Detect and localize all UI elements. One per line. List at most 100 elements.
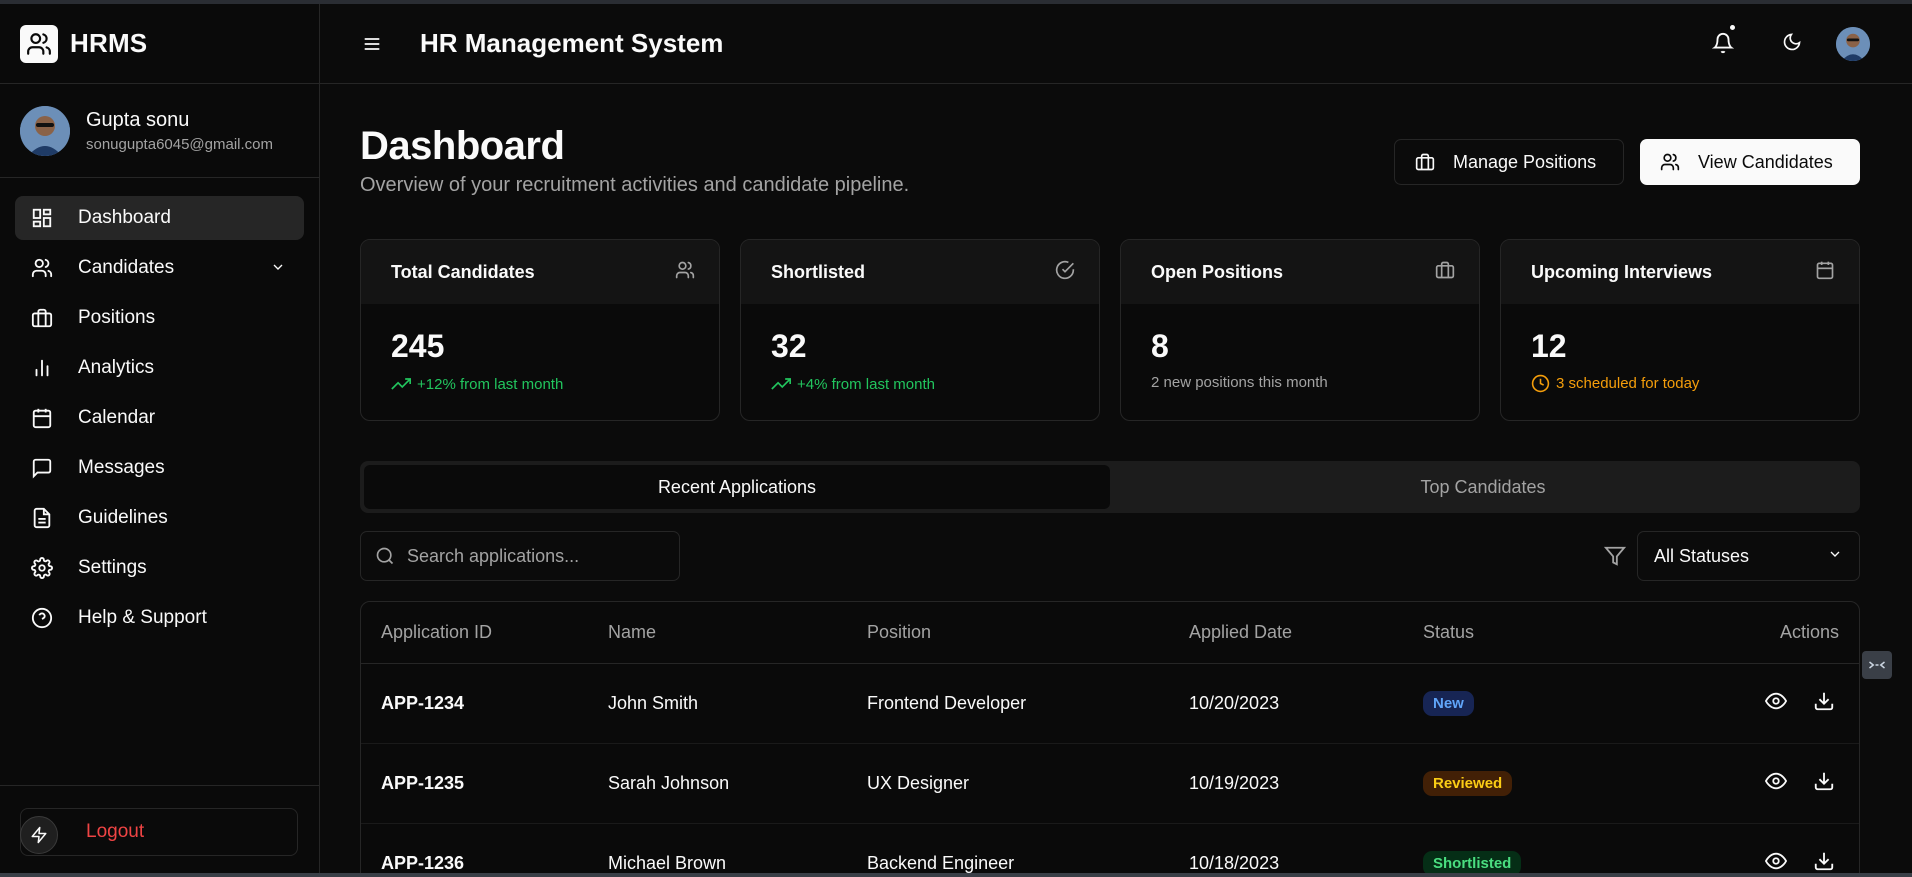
sidebar-item-help[interactable]: Help & Support: [15, 596, 304, 640]
column-header: Position: [867, 602, 1189, 664]
stat-card-shortlisted: Shortlisted 32 +4% from last month: [740, 239, 1100, 421]
stat-title: Total Candidates: [391, 261, 535, 282]
search-box: [360, 531, 680, 581]
stat-title: Shortlisted: [771, 261, 866, 282]
brand-name: HRMS: [70, 28, 148, 58]
briefcase-icon: [1435, 260, 1455, 285]
avatar: [20, 105, 70, 156]
candidate-name: John Smith: [608, 663, 867, 744]
dashboard-icon: [30, 206, 54, 230]
calendar-icon: [30, 406, 54, 430]
collapse-toggle-icon[interactable]: [1862, 651, 1892, 679]
application-id: APP-1236: [361, 823, 608, 877]
stat-value: 12: [1531, 328, 1567, 364]
sidebar-item-label: Candidates: [78, 257, 175, 278]
bar-chart-icon: [30, 356, 54, 380]
user-profile[interactable]: Gupta sonu sonugupta6045@gmail.com: [0, 84, 319, 178]
column-header: Name: [608, 602, 867, 664]
trending-up-icon: [391, 374, 411, 394]
tab-recent-applications[interactable]: Recent Applications: [364, 465, 1110, 509]
manage-positions-label: Manage Positions: [1453, 151, 1597, 172]
lightning-icon[interactable]: [20, 816, 58, 854]
eye-icon[interactable]: [1764, 690, 1788, 717]
sidebar-nav: Dashboard Candidates Positions Analytics: [0, 178, 319, 640]
top-header: HR Management System: [320, 4, 1912, 84]
table-row[interactable]: APP-1235 Sarah Johnson UX Designer 10/19…: [361, 743, 1859, 824]
app-title: HR Management System: [420, 28, 724, 58]
search-icon: [375, 546, 395, 566]
stat-note: 2 new positions this month: [1151, 374, 1328, 391]
status-select-value: All Statuses: [1654, 545, 1750, 566]
column-header: Status: [1423, 602, 1623, 664]
moon-icon[interactable]: [1782, 32, 1802, 57]
sidebar-item-candidates[interactable]: Candidates: [15, 246, 304, 290]
menu-icon[interactable]: [362, 34, 382, 59]
candidate-name: Michael Brown: [608, 823, 867, 877]
stat-title: Open Positions: [1151, 261, 1284, 282]
table-row[interactable]: APP-1236 Michael Brown Backend Engineer …: [361, 823, 1859, 877]
column-header: Application ID: [361, 602, 608, 664]
sidebar-item-analytics[interactable]: Analytics: [15, 346, 304, 390]
stat-note: +12% from last month: [417, 375, 564, 393]
download-icon[interactable]: [1813, 690, 1835, 717]
header-avatar[interactable]: [1836, 27, 1870, 61]
download-icon[interactable]: [1813, 770, 1835, 797]
logout-label: Logout: [86, 821, 145, 842]
message-icon: [30, 456, 54, 480]
manage-positions-button[interactable]: Manage Positions: [1394, 139, 1624, 185]
sidebar-item-label: Messages: [78, 457, 165, 478]
calendar-icon: [1815, 260, 1835, 285]
check-circle-icon: [1055, 260, 1075, 285]
sidebar-item-label: Dashboard: [78, 207, 171, 228]
candidate-name: Sarah Johnson: [608, 743, 867, 824]
view-candidates-button[interactable]: View Candidates: [1640, 139, 1860, 185]
logout-button[interactable]: Logout: [20, 808, 298, 856]
status-select[interactable]: All Statuses: [1637, 531, 1860, 581]
column-header: Actions: [1623, 602, 1859, 664]
applications-table: Application ID Name Position Applied Dat…: [360, 601, 1860, 877]
table-row[interactable]: APP-1234 John Smith Frontend Developer 1…: [361, 663, 1859, 744]
search-input[interactable]: [407, 545, 657, 567]
sidebar-item-positions[interactable]: Positions: [15, 296, 304, 340]
page-title: Dashboard: [360, 124, 565, 168]
filter-icon[interactable]: [1603, 545, 1627, 572]
sidebar-item-dashboard[interactable]: Dashboard: [15, 196, 304, 240]
tab-top-candidates[interactable]: Top Candidates: [1110, 465, 1856, 509]
view-candidates-label: View Candidates: [1698, 151, 1833, 172]
sidebar-footer: Logout: [0, 785, 319, 877]
applied-date: 10/18/2023: [1189, 823, 1423, 877]
tabs: Recent Applications Top Candidates: [360, 461, 1860, 513]
sidebar-item-label: Calendar: [78, 407, 156, 428]
applied-date: 10/20/2023: [1189, 663, 1423, 744]
applied-date: 10/19/2023: [1189, 743, 1423, 824]
status-badge: Shortlisted: [1423, 850, 1522, 876]
stat-title: Upcoming Interviews: [1531, 261, 1713, 282]
bell-icon[interactable]: [1711, 32, 1735, 59]
stat-value: 245: [391, 328, 445, 364]
stat-card-upcoming-interviews: Upcoming Interviews 12 3 scheduled for t…: [1500, 239, 1860, 421]
status-badge: Reviewed: [1423, 770, 1513, 796]
position: Backend Engineer: [867, 823, 1189, 877]
briefcase-icon: [1415, 152, 1435, 172]
sidebar-item-settings[interactable]: Settings: [15, 546, 304, 590]
sidebar-item-messages[interactable]: Messages: [15, 446, 304, 490]
main-content: Dashboard Overview of your recruitment a…: [320, 84, 1912, 877]
sidebar-item-calendar[interactable]: Calendar: [15, 396, 304, 440]
sidebar-item-guidelines[interactable]: Guidelines: [15, 496, 304, 540]
eye-icon[interactable]: [1764, 770, 1788, 797]
sidebar-item-label: Analytics: [78, 357, 155, 378]
chevron-down-icon[interactable]: [270, 259, 286, 280]
briefcase-icon: [30, 306, 54, 330]
notification-dot: [1728, 23, 1737, 32]
document-icon: [30, 506, 54, 530]
user-email: sonugupta6045@gmail.com: [86, 135, 274, 153]
application-id: APP-1235: [361, 743, 608, 824]
chevron-down-icon: [1827, 546, 1843, 567]
stat-value: 8: [1151, 328, 1169, 364]
help-icon: [30, 606, 54, 630]
sidebar-item-label: Positions: [78, 307, 156, 328]
brand[interactable]: HRMS: [0, 4, 319, 84]
users-icon: [1660, 152, 1680, 172]
stat-note: +4% from last month: [797, 375, 935, 393]
stat-note: 3 scheduled for today: [1556, 375, 1700, 392]
